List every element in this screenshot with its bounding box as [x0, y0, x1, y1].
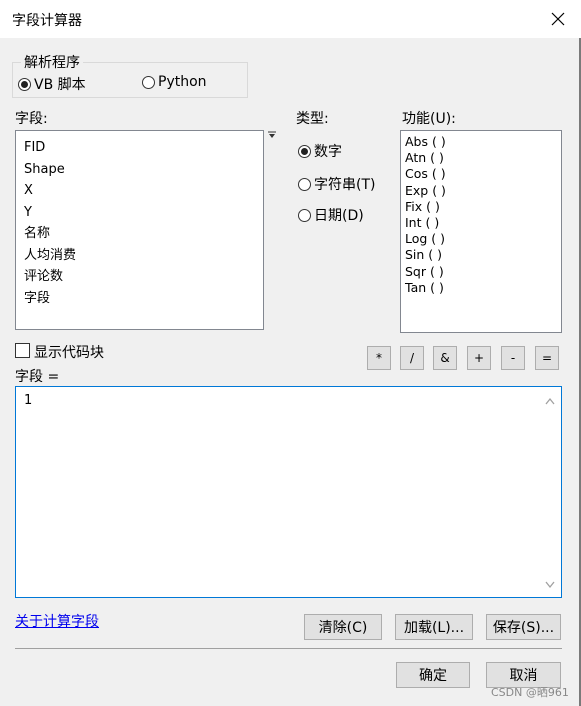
function-item[interactable]: Sin ( ) — [405, 247, 561, 263]
close-button[interactable] — [535, 0, 581, 38]
operator-add-button[interactable]: + — [467, 346, 491, 370]
operator-subtract-button[interactable]: - — [501, 346, 525, 370]
parser-vb-label: VB 脚本 — [34, 77, 86, 93]
radio-unselected-icon — [298, 177, 311, 191]
radio-selected-icon — [18, 77, 31, 91]
function-item[interactable]: Abs ( ) — [405, 134, 561, 150]
function-item[interactable]: Fix ( ) — [405, 199, 561, 215]
show-codeblock-checkbox[interactable] — [15, 343, 30, 358]
type-date-radio[interactable]: 日期(D) — [298, 205, 364, 225]
functions-list[interactable]: Abs ( ) Atn ( ) Cos ( ) Exp ( ) Fix ( ) … — [400, 130, 562, 333]
list-item[interactable]: 人均消费 — [24, 245, 263, 267]
list-item[interactable]: FID — [24, 137, 263, 159]
functions-label: 功能(U): — [402, 111, 456, 127]
ok-button[interactable]: 确定 — [396, 662, 470, 688]
list-item[interactable]: 评论数 — [24, 266, 263, 288]
expression-label: 字段 = — [15, 369, 60, 385]
fields-list[interactable]: FID Shape X Y 名称 人均消费 评论数 字段 — [15, 130, 264, 330]
expression-editor[interactable]: 1 — [15, 386, 562, 598]
operator-divide-button[interactable]: / — [400, 346, 424, 370]
type-string-label: 字符串(T) — [314, 177, 376, 193]
type-number-label: 数字 — [314, 144, 342, 160]
about-calculate-field-link[interactable]: 关于计算字段 — [15, 611, 99, 631]
list-item[interactable]: 字段 — [24, 288, 263, 310]
parser-python-label: Python — [158, 74, 207, 90]
function-item[interactable]: Exp ( ) — [405, 183, 561, 199]
close-icon — [551, 12, 565, 26]
list-item[interactable]: Y — [24, 202, 263, 224]
scroll-up-icon[interactable] — [545, 397, 555, 405]
load-button[interactable]: 加载(L)... — [395, 614, 473, 640]
function-item[interactable]: Int ( ) — [405, 215, 561, 231]
function-item[interactable]: Cos ( ) — [405, 166, 561, 182]
radio-unselected-icon — [298, 208, 311, 222]
divider — [15, 648, 562, 649]
parser-legend: 解析程序 — [24, 55, 80, 71]
expression-value: 1 — [24, 393, 33, 408]
function-item[interactable]: Tan ( ) — [405, 280, 561, 296]
parser-python-radio[interactable]: Python — [142, 74, 207, 90]
operator-multiply-button[interactable]: * — [367, 346, 391, 370]
fields-label: 字段: — [15, 111, 48, 127]
radio-unselected-icon — [142, 75, 155, 89]
type-number-radio[interactable]: 数字 — [298, 141, 342, 161]
title-bar: 字段计算器 — [0, 0, 581, 38]
function-item[interactable]: Log ( ) — [405, 231, 561, 247]
window-title: 字段计算器 — [12, 13, 82, 29]
clear-button[interactable]: 清除(C) — [304, 614, 382, 640]
save-button[interactable]: 保存(S)... — [486, 614, 561, 640]
operator-equals-button[interactable]: = — [535, 346, 559, 370]
type-string-radio[interactable]: 字符串(T) — [298, 174, 375, 194]
sort-icon[interactable] — [268, 131, 276, 139]
function-item[interactable]: Atn ( ) — [405, 150, 561, 166]
list-item[interactable]: X — [24, 180, 263, 202]
parser-vb-radio[interactable]: VB 脚本 — [18, 74, 86, 94]
type-label: 类型: — [296, 111, 329, 127]
scroll-down-icon[interactable] — [545, 581, 555, 589]
watermark: CSDN @晒961 — [491, 686, 569, 699]
type-date-label: 日期(D) — [314, 208, 364, 224]
list-item[interactable]: 名称 — [24, 223, 263, 245]
radio-selected-icon — [298, 144, 311, 158]
operator-concat-button[interactable]: & — [433, 346, 457, 370]
function-item[interactable]: Sqr ( ) — [405, 264, 561, 280]
show-codeblock-label: 显示代码块 — [34, 345, 104, 361]
list-item[interactable]: Shape — [24, 159, 263, 181]
